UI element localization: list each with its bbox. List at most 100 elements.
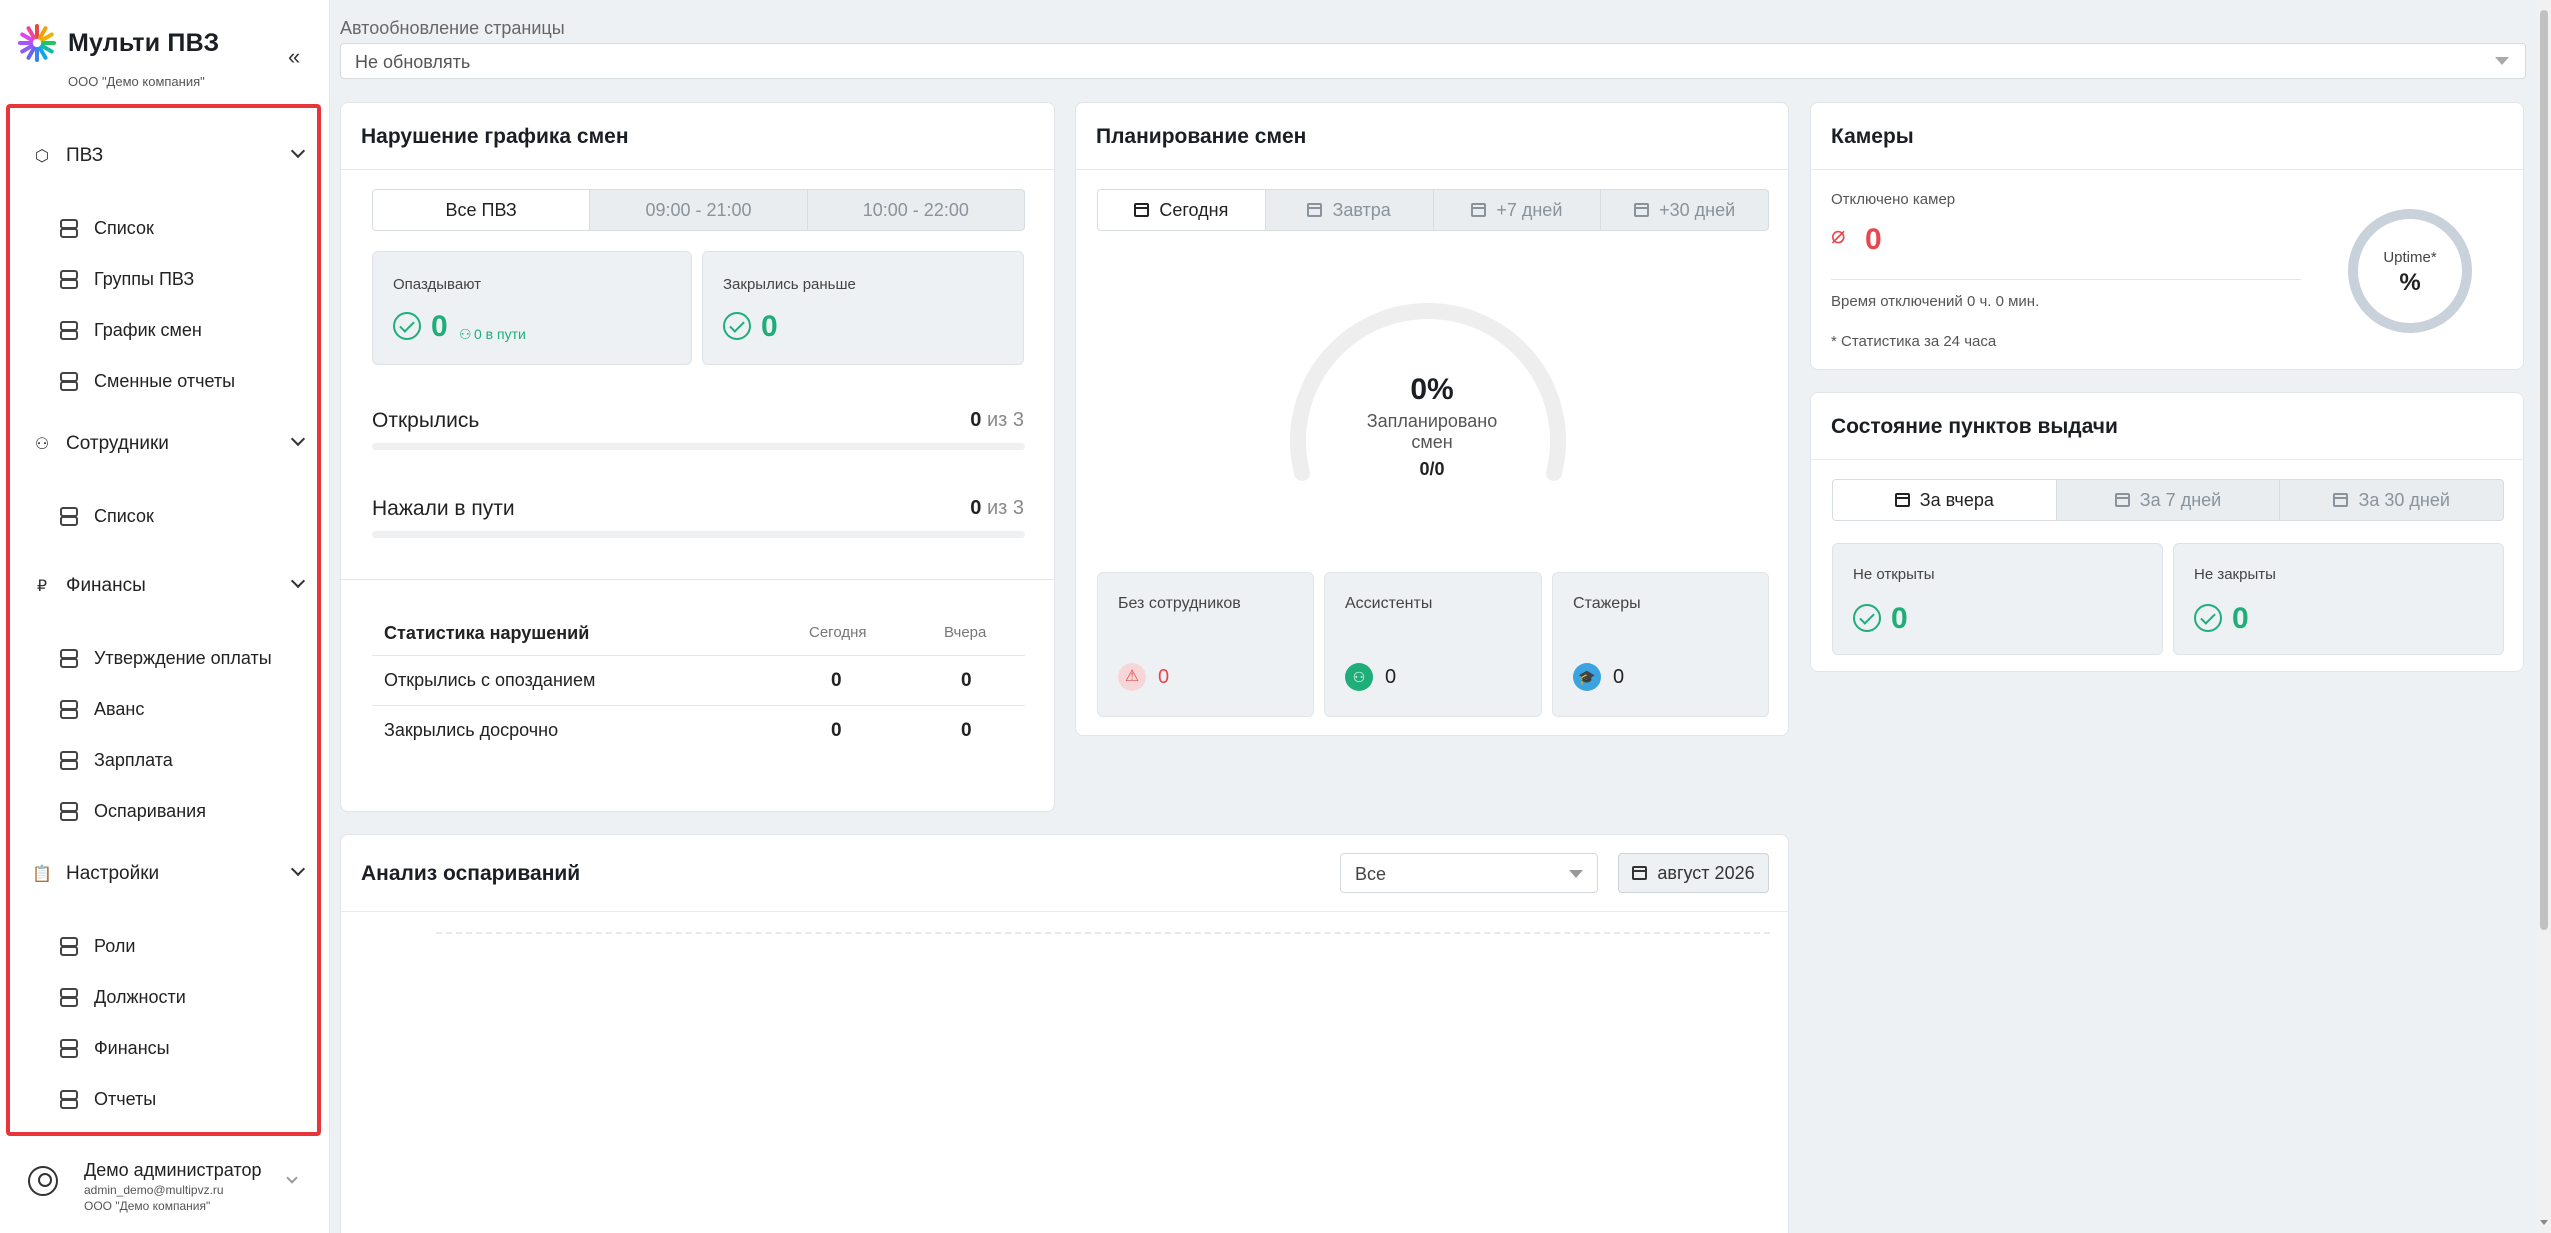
tab-plus-7-days[interactable]: +7 дней <box>1432 190 1601 230</box>
opened-count: 0 <box>970 409 982 431</box>
not-closed-box: Не закрыты 0 <box>2173 543 2504 655</box>
graduation-cap-icon: 🎓 <box>1573 663 1601 691</box>
nav-item-label: Утверждение оплаты <box>94 647 272 668</box>
card-title: Планирование смен <box>1096 125 1307 148</box>
nav-item-settings-finance[interactable]: Финансы <box>60 1030 297 1066</box>
warning-icon: ⚠ <box>1118 663 1146 691</box>
interns-label: Стажеры <box>1573 595 1641 612</box>
nav-group-employees[interactable]: ⚇ Сотрудники <box>32 424 307 464</box>
user-company: ООО "Демо компания" <box>84 1199 211 1213</box>
scroll-down-arrow-icon[interactable] <box>2540 1220 2548 1225</box>
on-way-label: Нажали в пути <box>372 497 515 520</box>
tab-shift-9-21[interactable]: 09:00 - 21:00 <box>589 190 806 230</box>
nav-highlight-frame: ⬡ ПВЗ Список Группы ПВЗ График смен Смен… <box>6 104 321 1136</box>
on-way-count: 0 <box>970 497 982 519</box>
nav-item-disputes[interactable]: Оспаривания <box>60 793 297 829</box>
nav-item-reports[interactable]: Отчеты <box>60 1081 297 1117</box>
violations-tabs: Все ПВЗ 09:00 - 21:00 10:00 - 22:00 <box>372 189 1025 231</box>
nav-item-advance[interactable]: Аванс <box>60 691 297 727</box>
nav-item-label: Роли <box>94 935 136 956</box>
database-icon <box>60 270 78 289</box>
divider <box>341 911 1788 912</box>
nav-item-employees-list[interactable]: Список <box>60 498 297 534</box>
page-scrollbar[interactable] <box>2537 0 2551 1233</box>
tab-yesterday[interactable]: За вчера <box>1833 480 2056 520</box>
uptime-value: % <box>2399 269 2421 296</box>
stats-row-yesterday: 0 <box>961 670 972 691</box>
scrollbar-thumb[interactable] <box>2540 10 2548 930</box>
divider <box>1076 169 1788 170</box>
database-icon <box>60 649 78 668</box>
box-icon: ⬡ <box>35 148 49 165</box>
gauge-ratio: 0/0 <box>1419 459 1445 479</box>
ruble-icon: ₽ <box>36 578 48 595</box>
nav-item-pvz-list[interactable]: Список <box>60 210 297 246</box>
closed-early-label: Закрылись раньше <box>723 276 856 293</box>
opened-total: из 3 <box>986 409 1024 431</box>
card-title: Камеры <box>1831 125 1914 148</box>
database-icon <box>60 937 78 956</box>
autoupdate-select[interactable]: Не обновлять <box>340 43 2526 79</box>
disputes-filter-select[interactable]: Все <box>1340 853 1598 893</box>
late-value: 0 <box>431 310 448 343</box>
tab-shift-10-22[interactable]: 10:00 - 22:00 <box>806 190 1024 230</box>
divider <box>372 705 1025 706</box>
autoupdate-label: Автообновление страницы <box>340 18 565 38</box>
nav-group-finance[interactable]: ₽ Финансы <box>32 566 307 606</box>
not-opened-label: Не открыты <box>1853 566 1935 583</box>
nav-item-payment-approval[interactable]: Утверждение оплаты <box>60 640 297 676</box>
brand[interactable]: Мульти ПВЗ <box>16 22 219 64</box>
disputes-month-picker[interactable]: август 2026 <box>1618 853 1769 893</box>
nav-group-label: Сотрудники <box>66 433 169 454</box>
chart-gridline <box>436 932 1770 934</box>
nav-item-positions[interactable]: Должности <box>60 979 297 1015</box>
nav-item-salary[interactable]: Зарплата <box>60 742 297 778</box>
nav-item-label: Должности <box>94 986 186 1007</box>
user-menu[interactable]: Демо администратор admin_demo@multipvz.r… <box>24 1154 314 1214</box>
nav-item-shift-schedule[interactable]: График смен <box>60 312 297 348</box>
user-icon: ⚇ <box>459 326 472 342</box>
no-employees-box: Без сотрудников ⚠ 0 <box>1097 572 1314 717</box>
nav-group-label: Финансы <box>66 575 146 596</box>
cameras-card: Камеры Отключено камер ⌀ 0 Время отключе… <box>1810 102 2524 370</box>
avatar-icon <box>28 1166 58 1196</box>
database-icon <box>60 1039 78 1058</box>
nav-group-pvz[interactable]: ⬡ ПВЗ <box>32 136 307 176</box>
sidebar: Мульти ПВЗ ООО "Демо компания" « ⬡ ПВЗ С… <box>0 0 330 1233</box>
brand-company: ООО "Демо компания" <box>68 74 205 89</box>
nav-item-label: Список <box>94 217 154 238</box>
nav-item-roles[interactable]: Роли <box>60 928 297 964</box>
interns-box: Стажеры 🎓 0 <box>1552 572 1769 717</box>
tab-30-days[interactable]: За 30 дней <box>2279 480 2503 520</box>
divider <box>341 169 1054 170</box>
check-circle-icon <box>1853 604 1881 632</box>
chevron-down-icon <box>290 573 306 589</box>
late-box: Опаздывают 0 ⚇ 0 в пути <box>372 251 692 365</box>
tab-plus-30-days[interactable]: +30 дней <box>1600 190 1768 230</box>
cameras-off-label: Отключено камер <box>1831 191 1956 208</box>
gauge-label-2: смен <box>1411 432 1453 452</box>
collapse-sidebar-button[interactable]: « <box>288 44 300 70</box>
tab-7-days[interactable]: За 7 дней <box>2055 480 2280 520</box>
tab-tomorrow[interactable]: Завтра <box>1264 190 1433 230</box>
stats-row-today: 0 <box>831 670 842 691</box>
assistants-label: Ассистенты <box>1345 595 1433 612</box>
not-closed-value: 0 <box>2232 602 2249 635</box>
nav-item-shift-reports[interactable]: Сменные отчеты <box>60 363 297 399</box>
chevron-down-icon <box>290 861 306 877</box>
tab-all-pvz[interactable]: Все ПВЗ <box>373 190 590 230</box>
assistants-value: 0 <box>1385 666 1397 688</box>
caret-down-icon <box>2495 57 2509 65</box>
uptime-label: Uptime* <box>2383 249 2437 266</box>
points-status-card: Состояние пунктов выдачи За вчера За 7 д… <box>1810 392 2524 672</box>
not-opened-box: Не открыты 0 <box>1832 543 2163 655</box>
calendar-icon <box>2114 493 2130 507</box>
no-employees-value: 0 <box>1158 666 1170 688</box>
divider <box>372 655 1025 656</box>
chevron-down-icon <box>290 143 306 159</box>
tab-today[interactable]: Сегодня <box>1098 190 1265 230</box>
planning-card: Планирование смен Сегодня Завтра +7 дней… <box>1075 102 1789 736</box>
database-icon <box>60 219 78 238</box>
nav-item-pvz-groups[interactable]: Группы ПВЗ <box>60 261 297 297</box>
nav-group-settings[interactable]: 📋 Настройки <box>32 854 307 894</box>
